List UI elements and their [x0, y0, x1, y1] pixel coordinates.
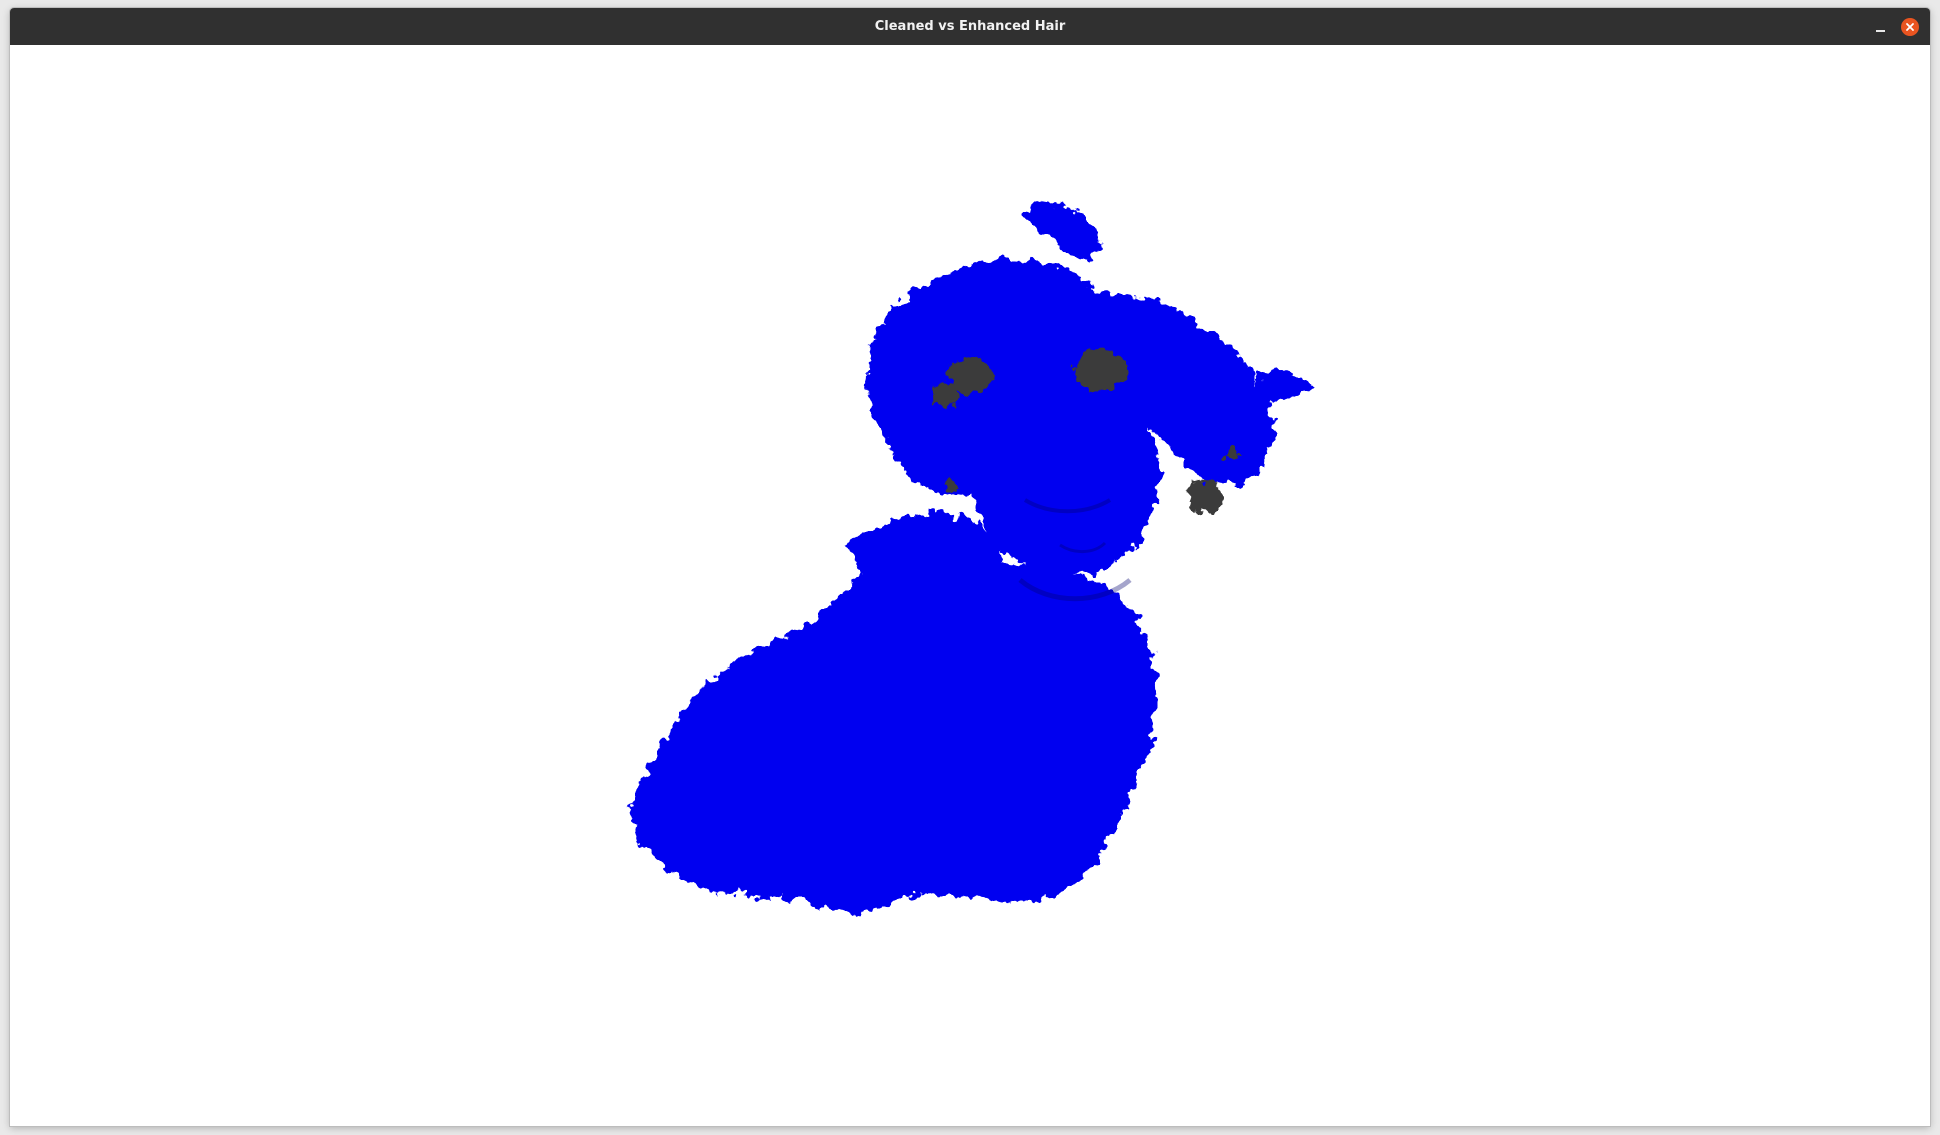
close-button[interactable]	[1901, 18, 1919, 36]
minimize-button[interactable]	[1872, 18, 1890, 36]
point-cloud-render	[630, 202, 1320, 925]
point-cloud-texture	[630, 205, 1320, 925]
titlebar[interactable]: Cleaned vs Enhanced Hair	[10, 8, 1930, 45]
close-icon	[1906, 23, 1914, 31]
window-title: Cleaned vs Enhanced Hair	[874, 19, 1066, 34]
app-window: Cleaned vs Enhanced Hair	[10, 8, 1930, 1126]
point-cloud-viewport[interactable]	[10, 45, 1930, 1126]
